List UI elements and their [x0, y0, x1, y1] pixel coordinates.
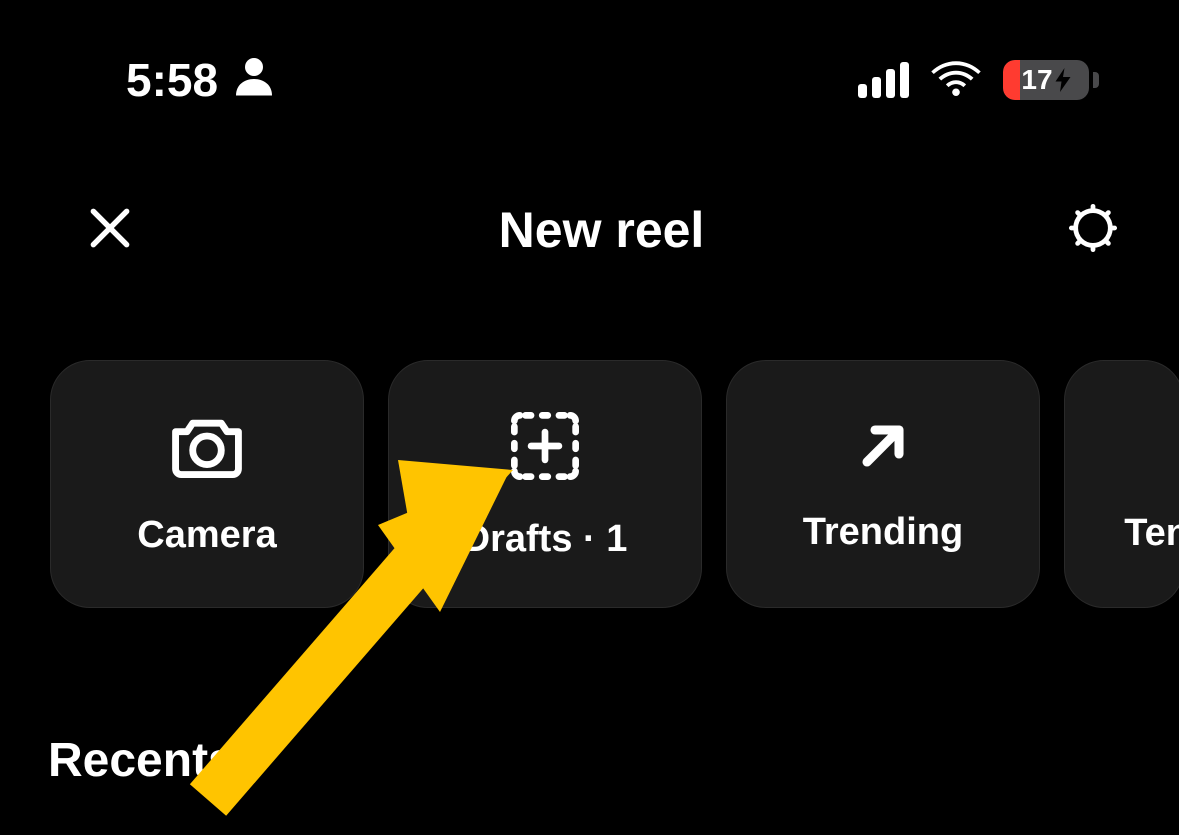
trending-icon: [851, 414, 915, 483]
tile-row: Camera Drafts · 1 Trending Ten: [0, 260, 1179, 608]
gear-icon: [1067, 202, 1119, 259]
status-time: 5:58: [126, 53, 218, 107]
header: New reel: [0, 120, 1179, 260]
tile-label: Camera: [137, 514, 276, 557]
recents-selector[interactable]: Recents: [48, 733, 279, 788]
tile-label: Ten: [1124, 512, 1179, 554]
status-right: 17: [858, 59, 1099, 102]
drafts-icon: [506, 407, 584, 490]
status-bar: 5:58 17: [0, 0, 1179, 120]
settings-button[interactable]: [1063, 200, 1123, 260]
status-left: 5:58: [126, 53, 272, 107]
cellular-icon: [858, 62, 909, 98]
battery-percent: 17: [1021, 64, 1052, 96]
tile-label: Drafts · 1: [463, 518, 628, 561]
close-button[interactable]: [80, 200, 140, 260]
person-icon: [236, 53, 272, 107]
page-title: New reel: [140, 201, 1063, 259]
tile-templates[interactable]: Ten: [1064, 360, 1179, 608]
chevron-down-icon: [249, 748, 279, 773]
battery-indicator: 17: [1003, 60, 1099, 100]
tile-trending[interactable]: Trending: [726, 360, 1040, 608]
tile-label: Trending: [803, 511, 963, 554]
camera-icon: [167, 411, 247, 486]
close-icon: [85, 203, 135, 258]
wifi-icon: [931, 59, 981, 102]
tile-camera[interactable]: Camera: [50, 360, 364, 608]
tile-drafts[interactable]: Drafts · 1: [388, 360, 702, 608]
recents-label: Recents: [48, 733, 235, 788]
